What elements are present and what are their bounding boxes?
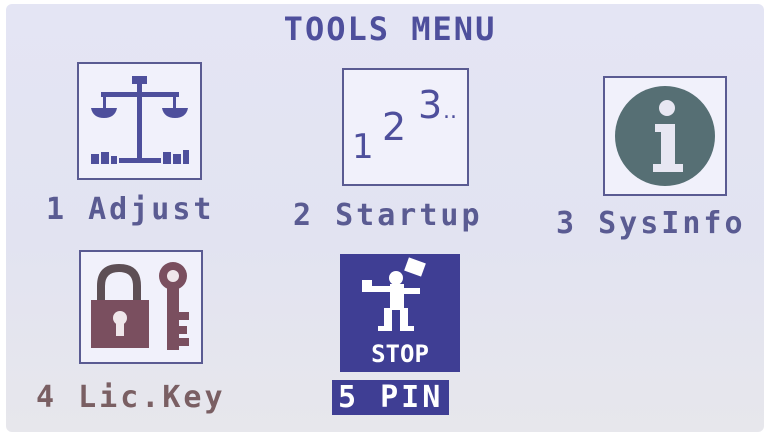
svg-text:2: 2 [382,105,406,149]
lickey-label[interactable]: 4 Lic.Key [36,380,226,415]
adjust-label[interactable]: 1 Adjust [46,192,215,227]
lock-key-icon [91,262,189,350]
lickey-tile[interactable] [79,250,203,364]
sysinfo-tile[interactable] [603,76,727,196]
startup-tile[interactable]: 1 2 3 .. [342,68,469,186]
svg-text:1: 1 [352,127,374,167]
pin-tile[interactable]: STOP [340,254,460,372]
info-icon [615,86,715,186]
tools-menu-screen: TOOLS MENU 1 Adjust 1 2 3 .. 2 Startup 3… [6,4,764,432]
svg-text:..: .. [443,99,457,124]
sysinfo-label[interactable]: 3 SysInfo [556,206,746,241]
stop-pin-icon: STOP [362,257,429,368]
menu-title: TOOLS MENU [283,10,497,48]
svg-text:3: 3 [418,83,442,127]
adjust-tile[interactable] [77,62,202,180]
stop-badge: STOP [371,340,429,368]
scale-icon [91,76,189,164]
startup-123-icon: 1 2 3 .. [352,83,457,167]
pin-label[interactable]: 5 PIN [332,380,450,415]
startup-label[interactable]: 2 Startup [293,198,483,233]
